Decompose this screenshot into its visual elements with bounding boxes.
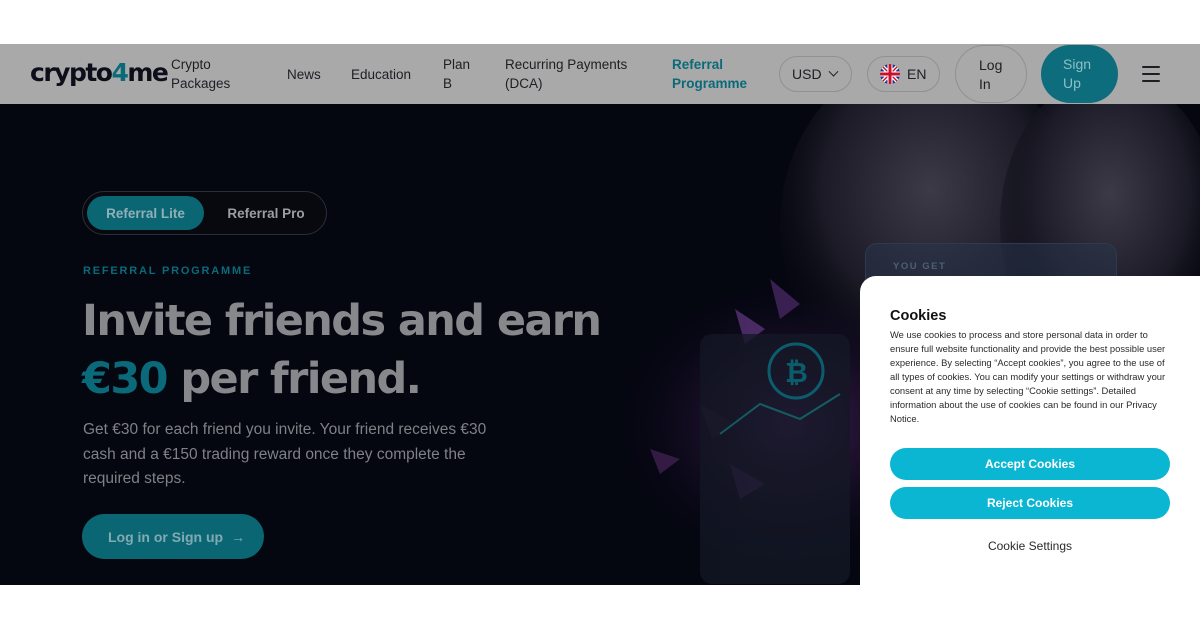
page-frame: crypto4me Crypto Packages News Education… xyxy=(0,44,1200,585)
nav-education[interactable]: Education xyxy=(351,65,411,84)
nav-plan-b[interactable]: Plan B xyxy=(443,55,479,93)
cookie-title: Cookies xyxy=(890,308,947,324)
chevron-down-icon xyxy=(828,66,839,77)
logo-suffix: me xyxy=(127,58,169,87)
login-button[interactable]: Log In xyxy=(955,45,1027,103)
language-value: EN xyxy=(907,66,927,82)
reject-cookies-button[interactable]: Reject Cookies xyxy=(890,487,1170,519)
nav-recurring-payments[interactable]: Recurring Payments (DCA) xyxy=(505,55,645,93)
currency-selector[interactable]: USD xyxy=(779,56,852,92)
section-eyebrow: REFERRAL PROGRAMME xyxy=(83,265,253,277)
accept-cookies-button[interactable]: Accept Cookies xyxy=(890,448,1170,480)
svg-text:₿: ₿ xyxy=(785,356,808,389)
site-logo[interactable]: crypto4me xyxy=(30,58,169,87)
hero-description: Get €30 for each friend you invite. Your… xyxy=(83,421,487,487)
you-get-label: YOU GET xyxy=(893,261,947,272)
cookie-banner: Cookies We use cookies to process and st… xyxy=(860,276,1200,585)
currency-value: USD xyxy=(792,66,822,82)
site-header: crypto4me Crypto Packages News Education… xyxy=(0,44,1200,104)
hamburger-menu-icon[interactable] xyxy=(1142,66,1160,82)
tab-referral-lite[interactable]: Referral Lite xyxy=(87,196,204,230)
hero-headline: Invite friends and earn €30 per friend. xyxy=(82,292,622,408)
nav-news[interactable]: News xyxy=(287,65,321,84)
cookie-settings-link[interactable]: Cookie Settings xyxy=(890,539,1170,553)
cookie-body: We use cookies to process and store pers… xyxy=(890,329,1166,424)
headline-part2: per friend. xyxy=(166,354,422,404)
arrow-right-icon: → xyxy=(231,528,246,545)
referral-type-toggle: Referral Lite Referral Pro xyxy=(82,191,327,235)
nav-crypto-packages[interactable]: Crypto Packages xyxy=(171,55,251,93)
tab-referral-pro[interactable]: Referral Pro xyxy=(211,196,321,230)
headline-amount: €30 xyxy=(82,354,169,404)
login-signup-cta-button[interactable]: Log in or Sign up → xyxy=(82,514,264,559)
logo-prefix: crypto xyxy=(30,58,113,87)
cta-label: Log in or Sign up xyxy=(108,528,224,545)
logo-number: 4 xyxy=(111,58,128,87)
nav-referral-programme[interactable]: Referral Programme xyxy=(672,55,762,93)
headline-part1: Invite friends and earn xyxy=(82,296,602,346)
signup-button[interactable]: Sign Up xyxy=(1041,45,1118,103)
language-selector[interactable]: EN xyxy=(867,56,940,92)
uk-flag-icon xyxy=(880,64,900,84)
